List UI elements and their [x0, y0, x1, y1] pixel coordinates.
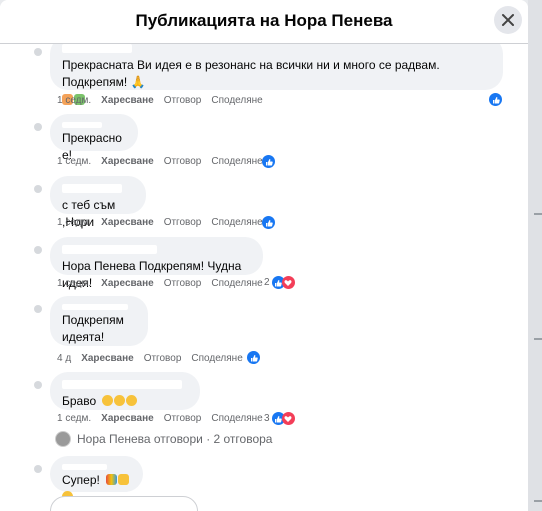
comment-time[interactable]: 1 седм.	[57, 217, 91, 228]
comment-actions: 1 седм. Харесване Отговор Споделяне	[57, 95, 263, 106]
view-replies-link[interactable]: Нора Пенева отговори · 2 отговора	[55, 431, 272, 447]
share-button[interactable]: Споделяне	[211, 95, 262, 106]
close-icon	[502, 14, 514, 26]
reaction-count[interactable]: 2	[264, 276, 295, 289]
comment-actions: 1 седм. Харесване Отговор Споделяне	[57, 413, 263, 424]
avatar[interactable]	[34, 48, 42, 56]
avatar[interactable]	[34, 465, 42, 473]
avatar[interactable]	[34, 305, 42, 313]
comment-bubble: Супер!	[50, 456, 143, 503]
like-button[interactable]: Харесване	[101, 156, 154, 167]
comment-text: Супер!	[62, 473, 100, 487]
comment-bubble: Нора Пенева Подкрепям! Чудна идея!	[50, 237, 263, 290]
reaction-count[interactable]	[489, 93, 502, 106]
clapping-hands-emoji	[126, 395, 138, 406]
clapping-hands-emoji	[102, 395, 114, 406]
reply-button[interactable]: Отговор	[164, 156, 202, 167]
commenter-name[interactable]	[62, 304, 128, 310]
like-button[interactable]: Харесване	[81, 353, 134, 364]
reply-button[interactable]: Отговор	[164, 278, 202, 289]
clapping-hands-emoji	[114, 395, 126, 406]
reaction-count[interactable]: 3	[264, 412, 295, 425]
thumbs-up-emoji	[118, 474, 130, 485]
comment-time[interactable]: 1 седм.	[57, 413, 91, 424]
reaction-count[interactable]	[262, 155, 275, 168]
commenter-name[interactable]	[62, 122, 102, 128]
share-button[interactable]: Споделяне	[191, 353, 242, 364]
comment-time[interactable]: 1 седм.	[57, 278, 91, 289]
comment-bubble: Браво	[50, 372, 200, 410]
share-button[interactable]: Споделяне	[211, 156, 262, 167]
reaction-count[interactable]	[247, 351, 260, 364]
reaction-count[interactable]	[262, 216, 275, 229]
comment-bubble: Прекрасната Ви идея е в резонанс на всич…	[50, 36, 503, 105]
reaction-number: 3	[264, 413, 270, 424]
background-page-edge	[528, 0, 542, 511]
dialog-header: Публикацията на Нора Пенева	[0, 0, 528, 44]
reply-button[interactable]: Отговор	[144, 353, 182, 364]
comment-bubble: с теб съм ,Нори	[50, 176, 146, 229]
avatar[interactable]	[34, 123, 42, 131]
comment-actions: 1 седм. Харесване Отговор Споделяне	[57, 217, 263, 228]
commenter-name[interactable]	[62, 184, 122, 193]
reply-button[interactable]: Отговор	[164, 95, 202, 106]
commenter-name[interactable]	[62, 464, 107, 470]
comment-actions: 1 седм. Харесване Отговор Споделяне	[57, 278, 263, 289]
reply-button[interactable]: Отговор	[164, 217, 202, 228]
like-reaction-icon	[262, 216, 275, 229]
avatar[interactable]	[34, 246, 42, 254]
background-divider	[534, 338, 542, 340]
avatar[interactable]	[34, 381, 42, 389]
comment-text-line1: Подкрепям	[62, 313, 124, 327]
comment-actions: 4 д Харесване Отговор Споделяне	[57, 353, 243, 364]
comment-text-line2: идеята!	[62, 330, 105, 345]
reaction-number: 2	[264, 277, 270, 288]
comment-text: Прекрасната Ви идея е в резонанс на всич…	[62, 58, 440, 90]
comment-actions: 1 седм. Харесване Отговор Споделяне	[57, 156, 263, 167]
close-button[interactable]	[494, 6, 522, 34]
comment-bubble: Подкрепям идеята!	[50, 296, 148, 346]
background-divider	[534, 213, 542, 215]
love-reaction-icon	[281, 276, 295, 289]
commenter-name[interactable]	[62, 245, 157, 254]
like-reaction-icon	[262, 155, 275, 168]
commenter-name[interactable]	[62, 44, 132, 53]
comment-input[interactable]	[50, 496, 198, 511]
comment-time[interactable]: 1 седм.	[57, 156, 91, 167]
like-reaction-icon	[489, 93, 502, 106]
avatar	[55, 431, 71, 447]
like-button[interactable]: Харесване	[101, 217, 154, 228]
like-button[interactable]: Харесване	[101, 413, 154, 424]
comment-bubble: Прекрасно е!	[50, 114, 138, 162]
background-divider	[534, 500, 542, 502]
comment-text: Браво	[62, 394, 97, 408]
rainbow-emoji	[106, 474, 118, 485]
love-reaction-icon	[281, 412, 295, 425]
reply-button[interactable]: Отговор	[164, 413, 202, 424]
avatar[interactable]	[34, 185, 42, 193]
like-button[interactable]: Харесване	[101, 95, 154, 106]
share-button[interactable]: Споделяне	[211, 413, 262, 424]
like-button[interactable]: Харесване	[101, 278, 154, 289]
comment-time[interactable]: 1 седм.	[57, 95, 91, 106]
post-dialog: Публикацията на Нора Пенева Прекрасната …	[0, 0, 528, 511]
share-button[interactable]: Споделяне	[211, 278, 262, 289]
dialog-title: Публикацията на Нора Пенева	[135, 11, 393, 30]
replies-label: Нора Пенева отговори · 2 отговора	[77, 432, 273, 446]
commenter-name[interactable]	[62, 380, 182, 389]
comment-time[interactable]: 4 д	[57, 353, 71, 364]
share-button[interactable]: Споделяне	[211, 217, 262, 228]
like-reaction-icon	[247, 351, 260, 364]
